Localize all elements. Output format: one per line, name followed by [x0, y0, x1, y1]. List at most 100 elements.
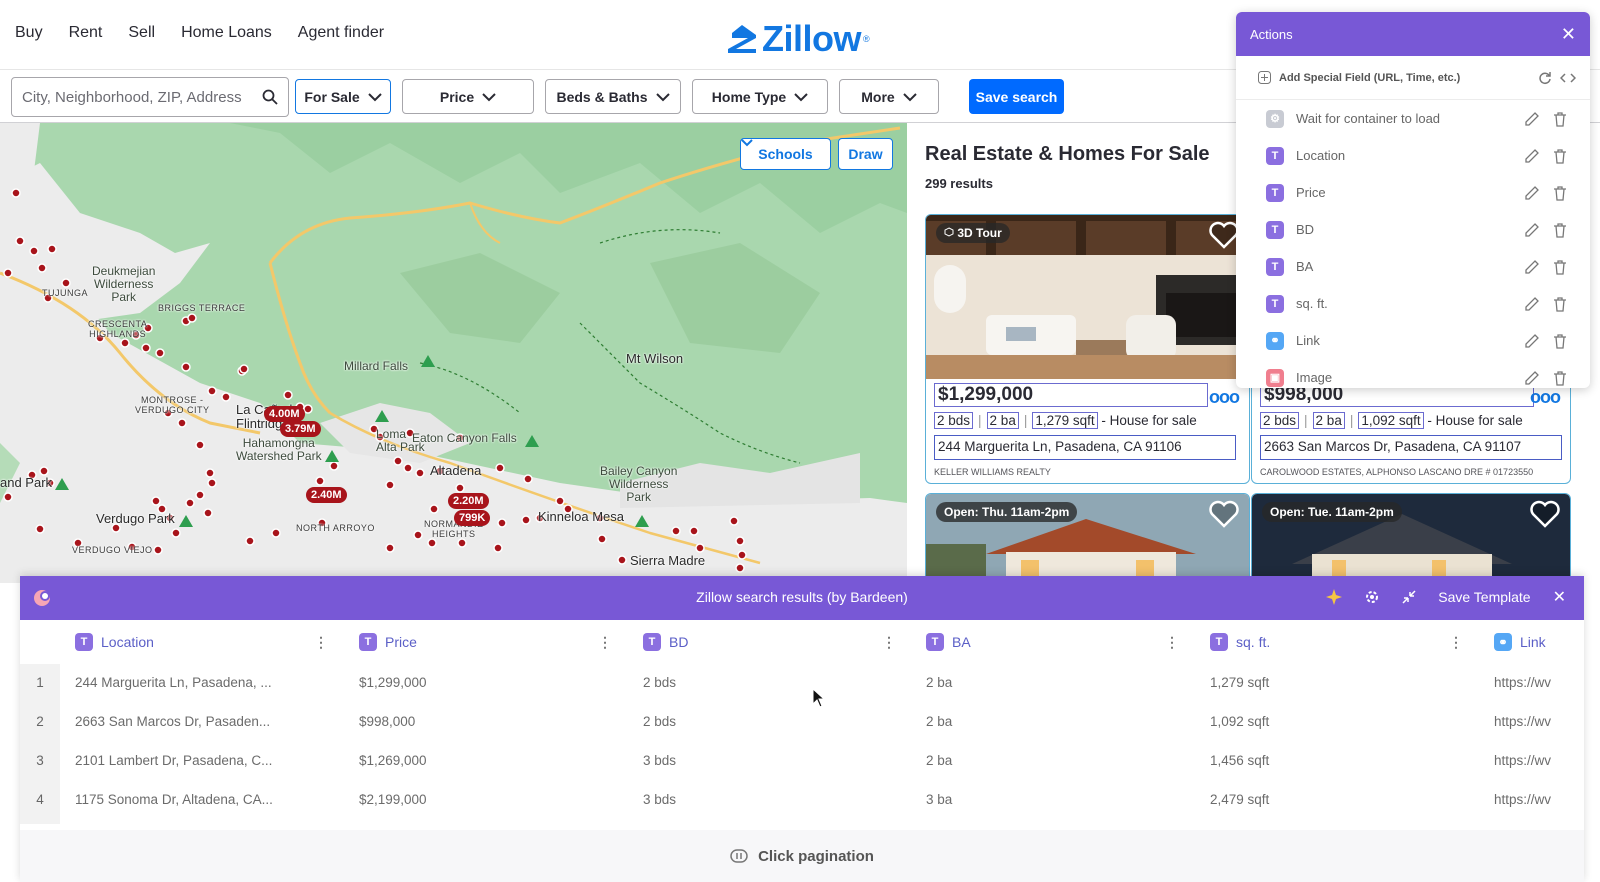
action-wait-container[interactable]: ⚙ Wait for container to load	[1236, 100, 1590, 137]
cell-location[interactable]: 2663 San Marcos Dr, Pasaden...	[75, 714, 270, 729]
listing-card[interactable]: Open: Tue. 11am-2pm	[1251, 493, 1571, 583]
listing-card[interactable]: Open: Thu. 11am-2pm	[925, 493, 1250, 583]
code-icon[interactable]	[1560, 71, 1576, 85]
trash-icon[interactable]	[1552, 222, 1568, 238]
cell-sqft[interactable]: 1,092 sqft	[1210, 714, 1269, 729]
cell-price[interactable]: $1,269,000	[359, 753, 427, 768]
draw-button[interactable]: Draw	[838, 138, 893, 170]
column-header-bd[interactable]: T BD	[643, 633, 688, 651]
cell-price[interactable]: $998,000	[359, 714, 415, 729]
close-icon[interactable]: ✕	[1561, 24, 1576, 45]
edit-pencil-icon[interactable]	[1524, 148, 1540, 164]
cell-ba[interactable]: 2 ba	[926, 675, 952, 690]
cell-sqft[interactable]: 2,479 sqft	[1210, 792, 1269, 807]
column-header-ba[interactable]: T BA	[926, 633, 971, 651]
save-search-button[interactable]: Save search	[969, 79, 1064, 114]
listing-card[interactable]: 3D Tour $1,299,000 ooo 2 bds | 2 ba | 1,27…	[925, 214, 1250, 484]
cell-ba[interactable]: 2 ba	[926, 714, 952, 729]
cell-link[interactable]: https://wv	[1494, 675, 1551, 690]
cell-location[interactable]: 2101 Lambert Dr, Pasadena, C...	[75, 753, 272, 768]
trash-icon[interactable]	[1552, 259, 1568, 275]
cell-bd[interactable]: 3 bds	[643, 753, 676, 768]
table-row[interactable]: 4 1175 Sonoma Dr, Altadena, CA... $2,199…	[20, 781, 1584, 820]
close-icon[interactable]: ✕	[1553, 587, 1566, 607]
map-price-pin[interactable]: 2.20M	[448, 493, 489, 509]
cell-link[interactable]: https://wv	[1494, 753, 1551, 768]
trash-icon[interactable]	[1552, 296, 1568, 312]
column-menu-icon[interactable]: ⋮	[1165, 634, 1179, 651]
for-sale-dropdown[interactable]: For Sale	[295, 79, 391, 114]
click-pagination-button[interactable]: Click pagination	[20, 830, 1584, 882]
nav-sell-link[interactable]: Sell	[128, 24, 155, 42]
beds-baths-dropdown[interactable]: Beds & Baths	[545, 79, 681, 114]
nav-agent-finder-link[interactable]: Agent finder	[298, 24, 384, 42]
edit-pencil-icon[interactable]	[1524, 222, 1540, 238]
cell-sqft[interactable]: 1,456 sqft	[1210, 753, 1269, 768]
nav-home-loans-link[interactable]: Home Loans	[181, 24, 272, 42]
cell-link[interactable]: https://wv	[1494, 714, 1551, 729]
action-bd[interactable]: T BD	[1236, 211, 1590, 248]
listing-photo[interactable]: Open: Tue. 11am-2pm	[1252, 494, 1570, 582]
edit-pencil-icon[interactable]	[1524, 111, 1540, 127]
cell-location[interactable]: 1175 Sonoma Dr, Altadena, CA...	[75, 792, 273, 807]
trash-icon[interactable]	[1552, 111, 1568, 127]
column-header-link[interactable]: ⚭ Link	[1494, 633, 1546, 651]
map-price-pin[interactable]: 2.40M	[306, 487, 347, 503]
schools-dropdown[interactable]: Schools	[740, 138, 831, 170]
cell-location[interactable]: 244 Marguerita Ln, Pasadena, ...	[75, 675, 272, 690]
map-price-pin[interactable]: 799K	[454, 510, 491, 526]
gear-icon[interactable]	[1364, 589, 1380, 605]
trash-icon[interactable]	[1552, 370, 1568, 386]
listing-photo[interactable]: 3D Tour	[926, 215, 1249, 379]
zillow-logo[interactable]: Zillow ®	[726, 18, 870, 60]
trash-icon[interactable]	[1552, 185, 1568, 201]
home-type-dropdown[interactable]: Home Type	[692, 79, 828, 114]
refresh-icon[interactable]	[1538, 71, 1552, 85]
location-search-input[interactable]	[22, 88, 262, 106]
save-template-button[interactable]: Save Template	[1438, 589, 1530, 605]
table-row[interactable]: 1 244 Marguerita Ln, Pasadena, ... $1,29…	[20, 664, 1584, 703]
map[interactable]: Schools Draw Deukmejian Wilderness Park …	[0, 123, 907, 583]
nav-buy-link[interactable]: Buy	[15, 24, 43, 42]
table-row[interactable]: 2 2663 San Marcos Dr, Pasaden... $998,00…	[20, 703, 1584, 742]
cell-bd[interactable]: 2 bds	[643, 714, 676, 729]
trash-icon[interactable]	[1552, 148, 1568, 164]
action-location[interactable]: T Location	[1236, 137, 1590, 174]
map-price-pin[interactable]: 4.00M	[264, 406, 305, 422]
table-row[interactable]: 3 2101 Lambert Dr, Pasadena, C... $1,269…	[20, 742, 1584, 781]
edit-pencil-icon[interactable]	[1524, 259, 1540, 275]
price-dropdown[interactable]: Price	[402, 79, 534, 114]
add-special-field[interactable]: Add Special Field (URL, Time, etc.)	[1236, 56, 1590, 100]
search-icon[interactable]	[262, 89, 278, 105]
edit-pencil-icon[interactable]	[1524, 333, 1540, 349]
column-header-price[interactable]: T Price	[359, 633, 417, 651]
column-menu-icon[interactable]: ⋮	[314, 634, 328, 651]
more-options-icon[interactable]: ooo	[1530, 387, 1561, 408]
location-search[interactable]	[11, 77, 289, 117]
column-header-sqft[interactable]: Tsq. ft.	[1210, 633, 1270, 651]
cell-ba[interactable]: 2 ba	[926, 753, 952, 768]
edit-pencil-icon[interactable]	[1524, 370, 1540, 386]
favorite-heart-icon[interactable]	[1209, 500, 1239, 528]
favorite-heart-icon[interactable]	[1530, 500, 1560, 528]
collapse-icon[interactable]	[1402, 590, 1416, 604]
more-options-icon[interactable]: ooo	[1209, 387, 1240, 408]
edit-pencil-icon[interactable]	[1524, 296, 1540, 312]
cell-link[interactable]: https://wv	[1494, 792, 1551, 807]
action-sqft[interactable]: T sq. ft.	[1236, 285, 1590, 322]
cell-sqft[interactable]: 1,279 sqft	[1210, 675, 1269, 690]
action-link[interactable]: ⚭ Link	[1236, 322, 1590, 359]
edit-pencil-icon[interactable]	[1524, 185, 1540, 201]
cell-price[interactable]: $1,299,000	[359, 675, 427, 690]
listing-address[interactable]: 2663 San Marcos Dr, Pasadena, CA 91107	[1260, 435, 1562, 460]
column-menu-icon[interactable]: ⋮	[882, 634, 896, 651]
cell-bd[interactable]: 3 bds	[643, 792, 676, 807]
more-dropdown[interactable]: More	[839, 79, 939, 114]
sparkle-icon[interactable]	[1326, 589, 1343, 605]
map-price-pin[interactable]: 3.79M	[280, 421, 321, 437]
nav-rent-link[interactable]: Rent	[69, 24, 103, 42]
column-menu-icon[interactable]: ⋮	[1449, 634, 1463, 651]
favorite-heart-icon[interactable]	[1209, 221, 1239, 249]
column-menu-icon[interactable]: ⋮	[598, 634, 612, 651]
trash-icon[interactable]	[1552, 333, 1568, 349]
